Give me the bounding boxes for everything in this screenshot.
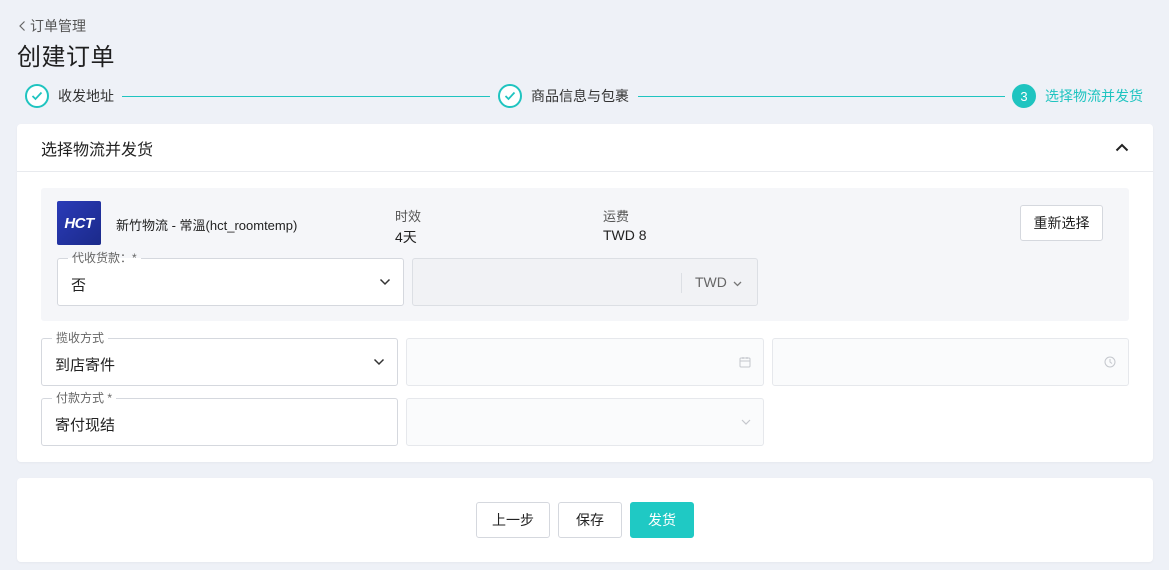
step-1-label: 收发地址 (58, 88, 114, 104)
ship-button[interactable]: 发货 (630, 502, 694, 538)
step-connector (122, 96, 490, 97)
cod-value: 否 (71, 277, 87, 294)
currency-divider (681, 273, 682, 293)
check-icon (25, 84, 49, 108)
chevron-down-icon (741, 419, 751, 425)
payment-method-label: 付款方式 * (52, 391, 117, 405)
back-link-label: 订单管理 (30, 18, 86, 34)
card-header: 选择物流并发货 (17, 124, 1153, 172)
carrier-logo-text: HCT (64, 214, 94, 232)
currency-select[interactable]: TWD (695, 274, 742, 290)
payment-method-input[interactable]: 付款方式 * 寄付现结 (41, 391, 398, 446)
eta-value: 4天 (395, 229, 417, 245)
stepper: 收发地址 商品信息与包裹 3 选择物流并发货 (25, 84, 1145, 108)
page-title: 创建订单 (17, 44, 115, 71)
card-title: 选择物流并发货 (41, 141, 154, 159)
calendar-icon (739, 356, 751, 368)
clock-icon (1104, 356, 1116, 368)
eta-label: 时效 (395, 209, 422, 224)
step-3[interactable]: 3 选择物流并发货 (1012, 84, 1143, 108)
step-3-label: 选择物流并发货 (1045, 88, 1143, 104)
step-3-number: 3 (1012, 84, 1036, 108)
pickup-time-input[interactable] (772, 338, 1129, 386)
chevron-left-icon (18, 20, 27, 32)
payment-method-value: 寄付现结 (55, 417, 116, 434)
chevron-down-icon (733, 274, 742, 290)
step-1[interactable]: 收发地址 (25, 84, 114, 108)
check-icon (498, 84, 522, 108)
cod-label: 代收货款：* (68, 251, 141, 265)
step-2[interactable]: 商品信息与包裹 (498, 84, 629, 108)
chevron-down-icon (373, 358, 385, 366)
actions-card: 上一步 保存 发货 (17, 478, 1153, 562)
logistics-card: 选择物流并发货 HCT 新竹物流 - 常溫(hct_roomtemp) 时效 4… (17, 124, 1153, 462)
pickup-method-label: 揽收方式 (52, 331, 109, 345)
step-2-label: 商品信息与包裹 (531, 88, 629, 104)
cod-select[interactable]: 代收货款：* 否 (57, 251, 404, 306)
step-connector (638, 96, 1005, 97)
reselect-button[interactable]: 重新选择 (1020, 205, 1103, 241)
back-link[interactable]: 订单管理 (18, 16, 86, 36)
fee-label: 运费 (603, 209, 630, 224)
carrier-logo: HCT (57, 201, 101, 245)
carrier-name: 新竹物流 - 常溫(hct_roomtemp) (116, 218, 298, 233)
pickup-date-input[interactable] (406, 338, 764, 386)
currency-value: TWD (695, 274, 727, 290)
cod-amount-input[interactable]: TWD (412, 258, 758, 306)
chevron-up-icon[interactable] (1115, 139, 1129, 157)
save-button[interactable]: 保存 (558, 502, 622, 538)
prev-step-button[interactable]: 上一步 (476, 502, 550, 538)
pickup-method-value: 到店寄件 (55, 357, 116, 374)
chevron-down-icon (379, 278, 391, 286)
fee-value: TWD 8 (603, 227, 647, 243)
carrier-summary: HCT 新竹物流 - 常溫(hct_roomtemp) 时效 4天 运费 TWD… (41, 188, 1129, 321)
pickup-method-select[interactable]: 揽收方式 到店寄件 (41, 331, 398, 386)
payment-extra-select[interactable] (406, 398, 764, 446)
